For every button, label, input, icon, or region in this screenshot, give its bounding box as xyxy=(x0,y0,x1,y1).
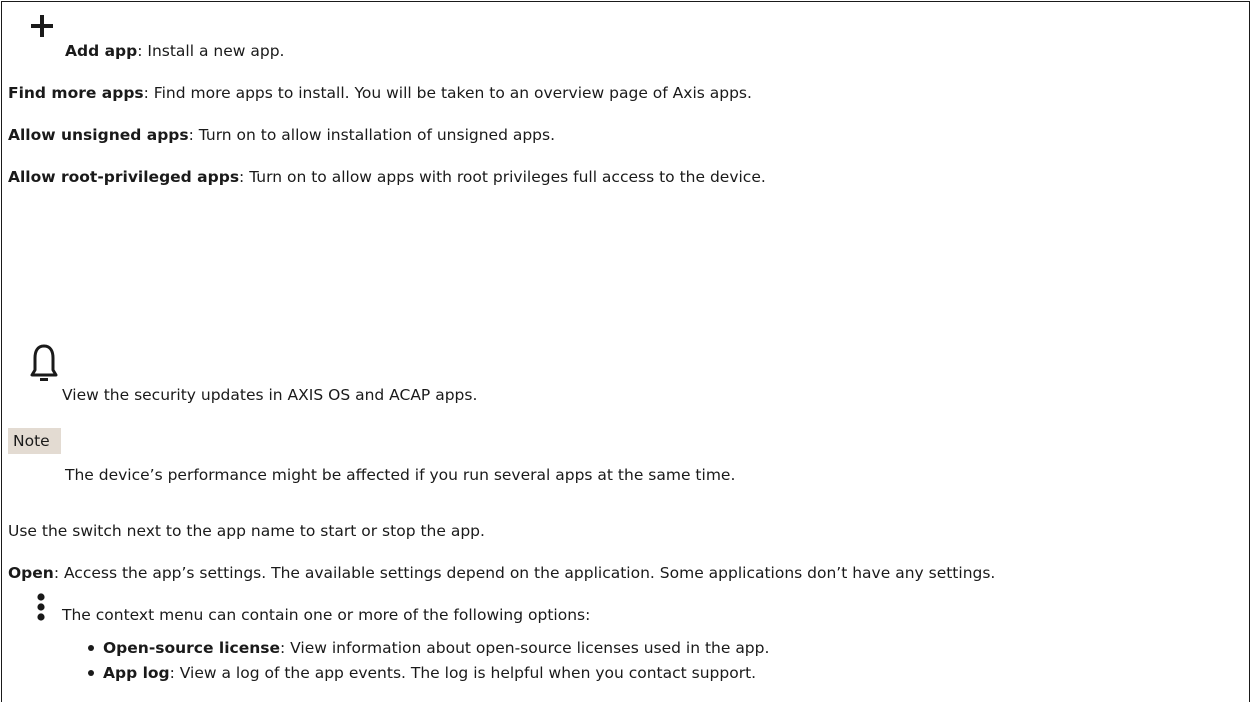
list-item: Open-source license: View information ab… xyxy=(88,636,769,661)
add-app-desc: : Install a new app. xyxy=(137,42,285,60)
allow-unsigned-desc: : Turn on to allow installation of unsig… xyxy=(188,126,556,144)
switch-text: Use the switch next to the app name to s… xyxy=(8,522,485,540)
plus-icon xyxy=(30,14,54,38)
open-term: Open xyxy=(8,564,54,582)
allow-unsigned-text: Allow unsigned apps: Turn on to allow in… xyxy=(8,126,555,144)
open-desc: : Access the app’s settings. The availab… xyxy=(53,564,996,582)
list-item: App log: View a log of the app events. T… xyxy=(88,661,769,686)
option-desc: : View a log of the app events. The log … xyxy=(169,664,757,682)
find-more-apps-text: Find more apps: Find more apps to instal… xyxy=(8,84,752,102)
allow-root-desc: : Turn on to allow apps with root privil… xyxy=(239,168,766,186)
document-frame xyxy=(1,1,1250,702)
option-term: Open-source license xyxy=(103,639,281,657)
note-label: Note xyxy=(8,428,61,454)
context-menu-options: Open-source license: View information ab… xyxy=(88,636,769,686)
note-text: The device’s performance might be affect… xyxy=(65,466,736,484)
option-desc: : View information about open-source lic… xyxy=(280,639,770,657)
security-updates-text: View the security updates in AXIS OS and… xyxy=(62,386,478,404)
context-menu-intro: The context menu can contain one or more… xyxy=(62,606,591,624)
open-text: Open: Access the app’s settings. The ava… xyxy=(8,564,995,582)
add-app-term: Add app xyxy=(65,42,138,60)
vertical-ellipsis-icon xyxy=(36,592,46,624)
allow-root-text: Allow root-privileged apps: Turn on to a… xyxy=(8,168,766,186)
bell-icon xyxy=(30,344,58,382)
find-more-apps-desc: : Find more apps to install. You will be… xyxy=(143,84,752,102)
find-more-apps-term: Find more apps xyxy=(8,84,144,102)
add-app-text: Add app: Install a new app. xyxy=(65,42,284,60)
allow-unsigned-term: Allow unsigned apps xyxy=(8,126,189,144)
option-term: App log xyxy=(103,664,170,682)
allow-root-term: Allow root-privileged apps xyxy=(8,168,240,186)
